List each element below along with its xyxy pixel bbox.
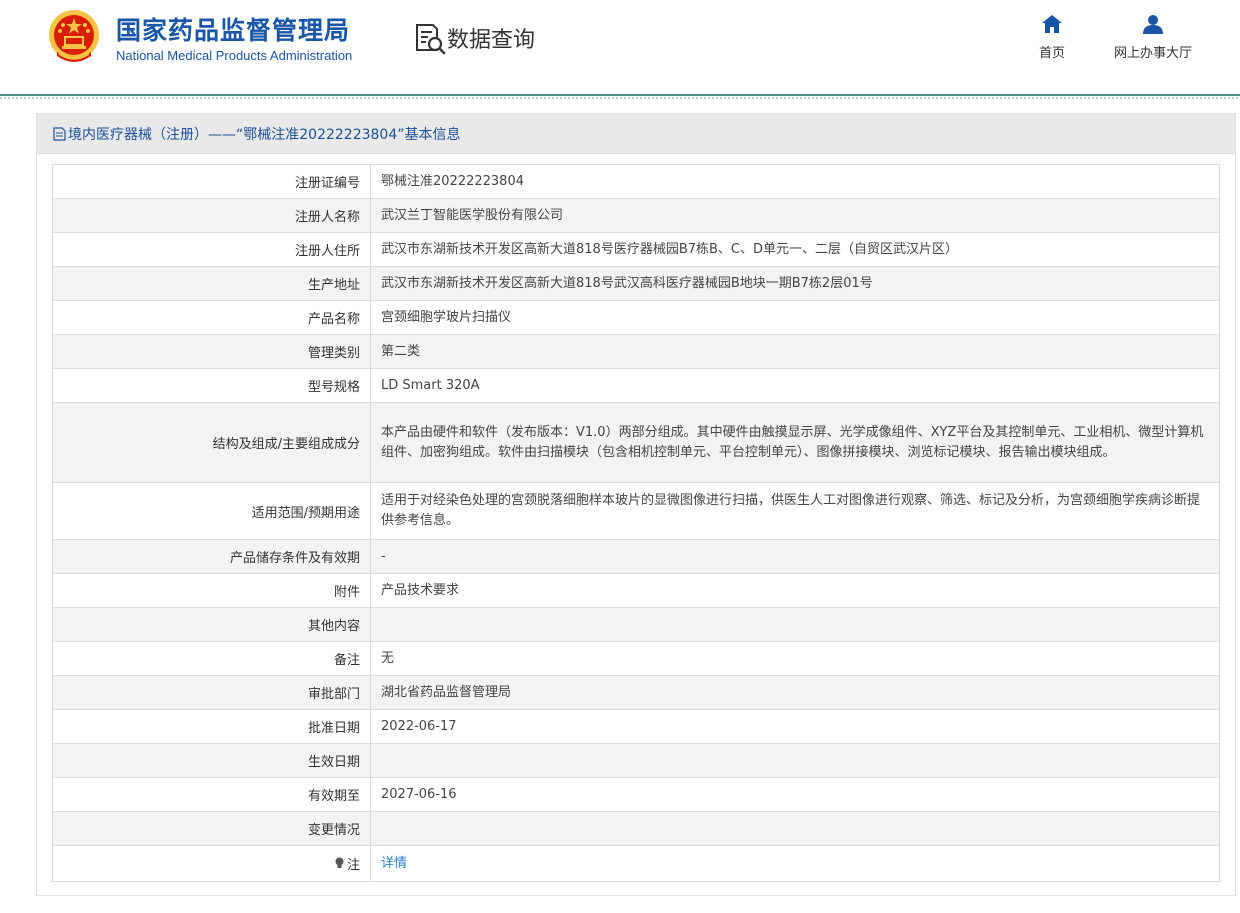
row-key: 变更情况 [52, 811, 371, 846]
data-query-icon [416, 24, 446, 55]
row-key: 备注 [52, 641, 371, 676]
row-key: 注册人名称 [52, 198, 371, 233]
table-row: 变更情况 [52, 811, 1220, 846]
row-value [370, 743, 1220, 778]
row-value: 第二类 [370, 334, 1220, 369]
document-icon [53, 126, 66, 141]
row-key: 有效期至 [52, 777, 371, 812]
table-row: 批准日期 2022-06-17 [52, 709, 1220, 744]
row-value: 本产品由硬件和软件（发布版本：V1.0）两部分组成。其中硬件由触摸显示屏、光学成… [370, 402, 1220, 483]
details-link[interactable]: 详情 [381, 856, 407, 871]
row-value: 2022-06-17 [370, 709, 1220, 744]
table-row: 审批部门 湖北省药品监督管理局 [52, 675, 1220, 710]
table-row: 生产地址 武汉市东湖新技术开发区高新大道818号武汉高科医疗器械园B地块一期B7… [52, 266, 1220, 301]
row-value: 武汉兰丁智能医学股份有限公司 [370, 198, 1220, 233]
row-key: 其他内容 [52, 607, 371, 642]
note-label: 注 [346, 857, 360, 873]
row-value: 鄂械注准20222223804 [370, 164, 1220, 199]
row-value: 产品技术要求 [370, 573, 1220, 608]
header-divider [0, 94, 1240, 96]
nav-home[interactable]: 首页 [1028, 14, 1076, 61]
info-table: 注册证编号 鄂械注准20222223804 注册人名称 武汉兰丁智能医学股份有限… [52, 164, 1220, 882]
table-row: 备注 无 [52, 641, 1220, 676]
row-value [370, 607, 1220, 642]
row-value: 2027-06-16 [370, 777, 1220, 812]
row-value: 武汉市东湖新技术开发区高新大道818号医疗器械园B7栋B、C、D单元一、二层（自… [370, 232, 1220, 267]
panel-title: 境内医疗器械（注册）——“鄂械注准20222223804”基本信息 [68, 126, 461, 143]
row-key: 注册证编号 [52, 164, 371, 199]
table-row: 注册证编号 鄂械注准20222223804 [52, 164, 1220, 199]
site-header: 国家药品监督管理局 National Medical Products Admi… [0, 0, 1240, 94]
row-key: 审批部门 [52, 675, 371, 710]
row-key: 型号规格 [52, 368, 371, 403]
row-value [370, 811, 1220, 846]
table-row: 管理类别 第二类 [52, 334, 1220, 369]
table-row-note: 注 详情 [52, 845, 1220, 882]
row-value: 武汉市东湖新技术开发区高新大道818号武汉高科医疗器械园B地块一期B7栋2层01… [370, 266, 1220, 301]
nav-hall-label: 网上办事大厅 [1113, 46, 1192, 61]
table-row: 适用范围/预期用途 适用于对经染色处理的宫颈脱落细胞样本玻片的显微图像进行扫描，… [52, 482, 1220, 540]
table-row: 产品名称 宫颈细胞学玻片扫描仪 [52, 300, 1220, 335]
lightbulb-icon [335, 857, 344, 869]
row-key: 生产地址 [52, 266, 371, 301]
header-divider-dashed [0, 97, 1240, 99]
row-key: 适用范围/预期用途 [52, 482, 371, 540]
row-key: 注册人住所 [52, 232, 371, 267]
agency-name-cn: 国家药品监督管理局 [116, 16, 351, 45]
table-row: 生效日期 [52, 743, 1220, 778]
row-key: 管理类别 [52, 334, 371, 369]
row-value: 宫颈细胞学玻片扫描仪 [370, 300, 1220, 335]
home-icon [1042, 15, 1062, 33]
row-key-note: 注 [52, 845, 371, 882]
info-panel: 境内医疗器械（注册）——“鄂械注准20222223804”基本信息 注册证编号 … [36, 113, 1236, 896]
row-key: 附件 [52, 573, 371, 608]
row-value: 适用于对经染色处理的宫颈脱落细胞样本玻片的显微图像进行扫描，供医生人工对图像进行… [370, 482, 1220, 540]
panel-header: 境内医疗器械（注册）——“鄂械注准20222223804”基本信息 [37, 114, 1235, 154]
table-row: 结构及组成/主要组成成分 本产品由硬件和软件（发布版本：V1.0）两部分组成。其… [52, 402, 1220, 483]
table-row: 注册人名称 武汉兰丁智能医学股份有限公司 [52, 198, 1220, 233]
row-value: 湖北省药品监督管理局 [370, 675, 1220, 710]
nav-home-label: 首页 [1038, 46, 1065, 61]
row-value-note: 详情 [370, 845, 1220, 882]
row-key: 结构及组成/主要组成成分 [52, 402, 371, 483]
table-row: 附件 产品技术要求 [52, 573, 1220, 608]
table-row: 其他内容 [52, 607, 1220, 642]
row-value: - [370, 539, 1220, 574]
table-row: 有效期至 2027-06-16 [52, 777, 1220, 812]
table-row: 注册人住所 武汉市东湖新技术开发区高新大道818号医疗器械园B7栋B、C、D单元… [52, 232, 1220, 267]
row-key: 产品名称 [52, 300, 371, 335]
section-title: 数据查询 [447, 28, 536, 53]
user-icon [1143, 15, 1163, 34]
national-emblem-icon [49, 10, 99, 62]
row-key: 批准日期 [52, 709, 371, 744]
row-value: LD Smart 320A [370, 368, 1220, 403]
row-key: 产品储存条件及有效期 [52, 539, 371, 574]
agency-name-en: National Medical Products Administration [116, 48, 353, 63]
table-row: 型号规格 LD Smart 320A [52, 368, 1220, 403]
nav-online-service-hall[interactable]: 网上办事大厅 [1105, 14, 1201, 61]
table-row: 产品储存条件及有效期 - [52, 539, 1220, 574]
row-key: 生效日期 [52, 743, 371, 778]
row-value: 无 [370, 641, 1220, 676]
